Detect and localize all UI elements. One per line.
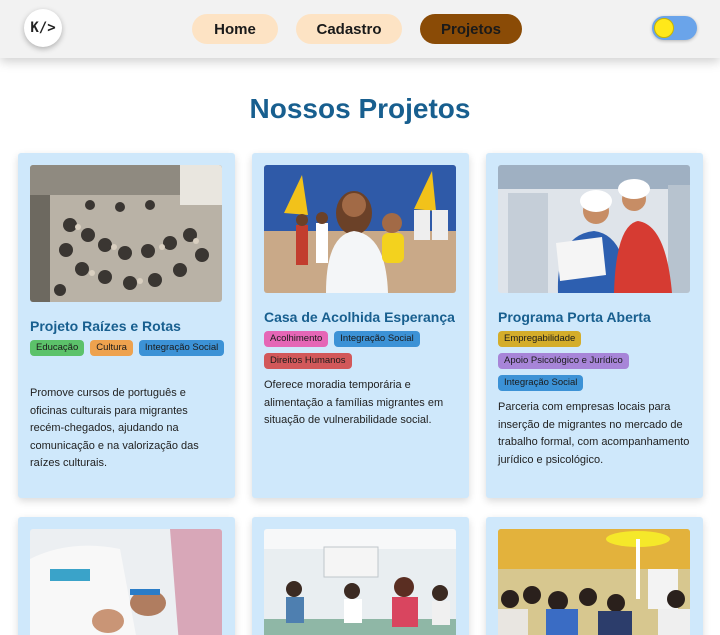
project-description: Promove cursos de português e oficinas c… [30, 387, 199, 469]
project-title: Projeto Raízes e Rotas [30, 318, 181, 334]
project-photo-classroom [264, 529, 456, 635]
tag-badge: Integração Social [138, 340, 225, 356]
project-card-row2-2[interactable] [252, 517, 469, 635]
project-card-row2-3[interactable] [486, 517, 703, 635]
navbar: K/> Home Cadastro Projetos [0, 0, 720, 58]
theme-toggle[interactable] [652, 16, 697, 40]
project-photo-vaccination [30, 529, 222, 635]
project-tags: Empregabilidade Apoio Psicológico e Jurí… [498, 331, 693, 391]
nav-home-button[interactable]: Home [192, 14, 278, 44]
project-photo-group-circle [30, 165, 222, 302]
nav-projetos-button[interactable]: Projetos [420, 14, 522, 44]
project-description: Oferece moradia temporária e alimentação… [264, 379, 444, 426]
tag-badge: Apoio Psicológico e Jurídico [498, 353, 629, 369]
tag-badge: Educação [30, 340, 85, 356]
project-card-row2-1[interactable] [18, 517, 235, 635]
project-card-porta[interactable]: Programa Porta Aberta Empregabilidade Ap… [486, 153, 703, 498]
project-card-raizes[interactable]: Projeto Raízes e Rotas Educação Cultura … [18, 153, 235, 498]
project-card-casa[interactable]: Casa de Acolhida Esperança Acolhimento I… [252, 153, 469, 498]
project-description: Parceria com empresas locais para inserç… [498, 401, 690, 466]
project-photo-festival [498, 529, 690, 635]
tag-badge: Integração Social [334, 331, 420, 347]
tag-badge: Empregabilidade [498, 331, 582, 347]
project-tags: Acolhimento Integração Social Direitos H… [264, 331, 459, 369]
project-tags: Educação Cultura Integração Social [30, 340, 225, 356]
sun-icon [654, 18, 674, 38]
tag-badge: Direitos Humanos [264, 353, 352, 369]
project-title: Casa de Acolhida Esperança [264, 309, 455, 325]
code-logo-icon[interactable]: K/> [24, 9, 62, 47]
page-title: Nossos Projetos [249, 93, 471, 124]
tag-badge: Acolhimento [264, 331, 329, 347]
tag-badge: Cultura [90, 340, 133, 356]
project-title: Programa Porta Aberta [498, 309, 651, 325]
project-photo-family [264, 165, 456, 293]
project-photo-workers [498, 165, 690, 293]
tag-badge: Integração Social [498, 375, 584, 391]
nav-cadastro-button[interactable]: Cadastro [296, 14, 402, 44]
